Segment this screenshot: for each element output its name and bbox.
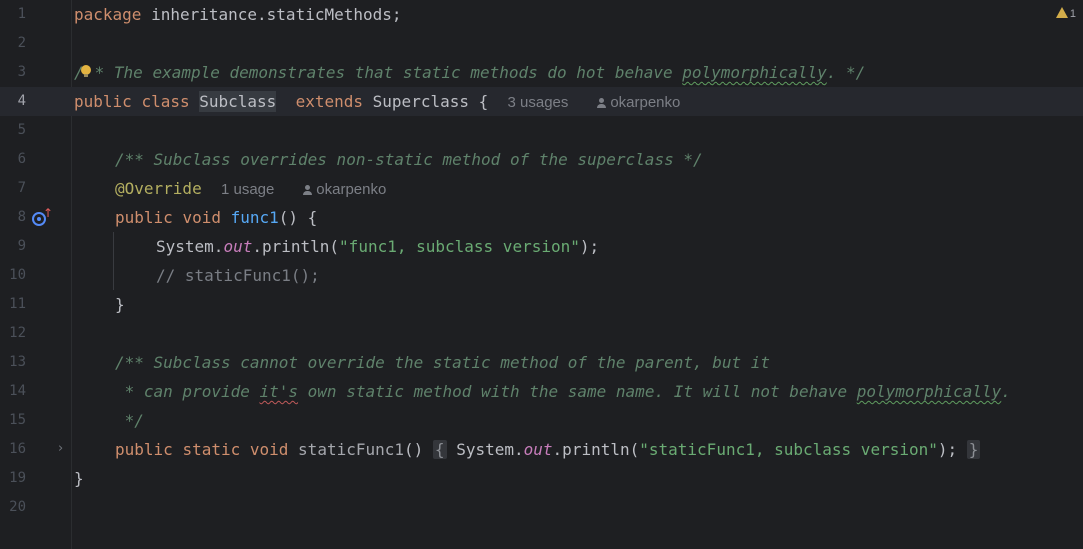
line-number: 5	[17, 122, 26, 138]
person-icon	[303, 185, 313, 195]
person-icon	[597, 98, 607, 108]
line-number: 13	[9, 354, 26, 370]
code-line-9[interactable]: System.out.println("func1, subclass vers…	[156, 232, 599, 261]
code-line-4[interactable]: public class Subclass extends Superclass…	[74, 87, 680, 116]
code-line-16[interactable]: public static void staticFunc1() { Syste…	[115, 435, 981, 464]
typo-highlight: polymorphically	[682, 63, 827, 82]
inspection-warnings-indicator[interactable]: 1	[1055, 7, 1076, 20]
line-number: 8	[17, 209, 26, 225]
indent-guide	[113, 232, 114, 290]
line-number: 12	[9, 325, 26, 341]
warning-icon	[1055, 7, 1068, 18]
code-line-7[interactable]: @Override 1 usage okarpenko	[115, 174, 386, 203]
line-number-current: 4	[17, 93, 26, 109]
class-name-highlight: Subclass	[199, 91, 277, 112]
folded-brace-close[interactable]: }	[966, 440, 981, 459]
folded-brace-open[interactable]: {	[432, 440, 447, 459]
line-number: 16	[9, 441, 26, 457]
line-number: 3	[17, 64, 26, 80]
line-number: 2	[17, 35, 26, 51]
line-number: 7	[17, 180, 26, 196]
code-line-15[interactable]: */	[115, 406, 144, 435]
line-number: 15	[9, 412, 26, 428]
line-number: 6	[17, 151, 26, 167]
typo-highlight: it's	[259, 382, 299, 401]
line-number: 1	[17, 6, 26, 22]
author-inlay-hint[interactable]: okarpenko	[303, 181, 386, 198]
usages-inlay-hint[interactable]: 1 usage	[221, 181, 274, 198]
code-line-1[interactable]: package inheritance.staticMethods;	[74, 0, 402, 29]
usages-inlay-hint[interactable]: 3 usages	[508, 94, 569, 111]
typo-highlight: polymorphically	[856, 382, 1002, 401]
code-line-11[interactable]: }	[115, 290, 125, 319]
lightbulb-icon[interactable]	[81, 65, 91, 77]
overrides-method-icon[interactable]: ↑	[32, 206, 53, 226]
code-line-3[interactable]: / * The example demonstrates that static …	[74, 58, 865, 87]
author-inlay-hint[interactable]: okarpenko	[597, 94, 680, 111]
line-number: 9	[17, 238, 26, 254]
line-number: 11	[9, 296, 26, 312]
code-editor[interactable]: 1 2 3 4 5 6 7 8 9 10 11 12 13 14 15 16 1…	[0, 0, 1083, 549]
code-line-10[interactable]: // staticFunc1();	[156, 261, 320, 290]
fold-expand-chevron-icon[interactable]: ›	[58, 441, 63, 456]
line-number: 19	[9, 470, 26, 486]
line-number: 20	[9, 499, 26, 515]
line-number: 10	[9, 267, 26, 283]
code-line-19[interactable]: }	[74, 464, 84, 493]
code-line-14[interactable]: * can provide it's own static method wit…	[115, 377, 1011, 406]
code-line-6[interactable]: /** Subclass overrides non-static method…	[115, 145, 703, 174]
code-line-13[interactable]: /** Subclass cannot override the static …	[115, 348, 770, 377]
line-number: 14	[9, 383, 26, 399]
code-line-8[interactable]: public void func1() {	[115, 203, 317, 232]
